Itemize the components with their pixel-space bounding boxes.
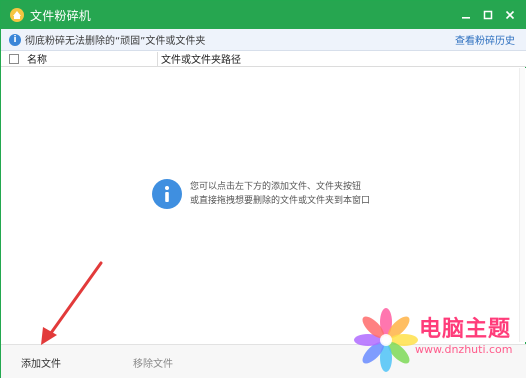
window-title: 文件粉碎机 bbox=[30, 8, 92, 23]
info-bar: i 彻底粉碎无法删除的“顽固”文件或文件夹 查看粉碎历史 bbox=[1, 29, 526, 51]
empty-state-text: 您可以点击左下方的添加文件、文件夹按钮 或直接拖拽想要删除的文件或文件夹到本窗口 bbox=[190, 180, 370, 208]
view-shred-history-link[interactable]: 查看粉碎历史 bbox=[455, 32, 515, 47]
window-controls bbox=[455, 1, 521, 29]
close-icon[interactable] bbox=[499, 4, 521, 26]
column-header-name[interactable]: 名称 bbox=[25, 51, 157, 66]
vertical-scrollbar[interactable] bbox=[519, 68, 525, 342]
app-logo-icon bbox=[9, 7, 25, 23]
file-shredder-window: 文件粉碎机 i 彻底粉碎无法删除的“顽固”文件或文件夹 查看粉碎历史 名称 文件… bbox=[0, 0, 526, 378]
empty-state-line-2: 或直接拖拽想要删除的文件或文件夹到本窗口 bbox=[190, 196, 371, 206]
column-header-path[interactable]: 文件或文件夹路径 bbox=[161, 51, 526, 66]
empty-state-hint: 您可以点击左下方的添加文件、文件夹按钮 或直接拖拽想要删除的文件或文件夹到本窗口 bbox=[152, 179, 370, 209]
footer-toolbar: 添加文件 移除文件 bbox=[1, 344, 526, 378]
minimize-icon[interactable] bbox=[455, 4, 477, 26]
select-all-checkbox[interactable] bbox=[9, 53, 19, 64]
remove-file-button[interactable]: 移除文件 bbox=[133, 355, 173, 370]
table-header: 名称 文件或文件夹路径 bbox=[1, 51, 526, 67]
info-icon: i bbox=[9, 33, 21, 46]
column-divider[interactable] bbox=[157, 51, 158, 66]
title-bar[interactable]: 文件粉碎机 bbox=[1, 1, 526, 29]
empty-state-line-1: 您可以点击左下方的添加文件、文件夹按钮 bbox=[190, 182, 362, 192]
info-message: 彻底粉碎无法删除的“顽固”文件或文件夹 bbox=[25, 36, 206, 47]
add-file-button[interactable]: 添加文件 bbox=[21, 355, 61, 370]
maximize-icon[interactable] bbox=[477, 4, 499, 26]
info-circle-icon bbox=[152, 179, 182, 209]
